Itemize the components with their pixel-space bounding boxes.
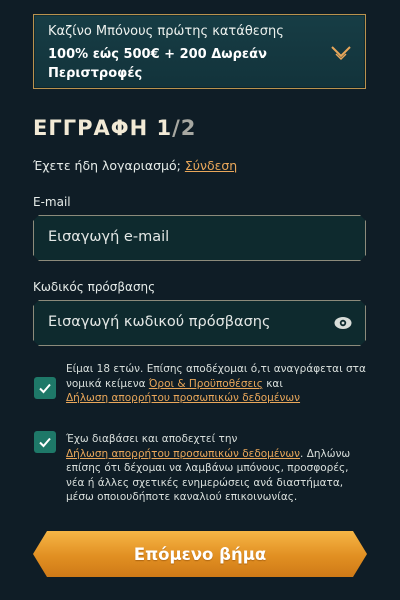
checkmark-icon <box>39 437 51 448</box>
step-current: 1 <box>156 116 173 140</box>
age-consent-text-2: και <box>262 377 283 390</box>
login-link[interactable]: Σύνδεση <box>185 158 237 173</box>
password-field[interactable]: Εισαγωγή κωδικού πρόσβασης <box>33 300 366 346</box>
login-prompt: Έχετε ήδη λογαριασμό; Σύνδεση <box>33 158 237 173</box>
password-label: Κωδικός πρόσβασης <box>33 280 156 294</box>
marketing-consent-text: Έχω διαβάσει και αποδεχτεί την Δήλωση απ… <box>66 432 366 505</box>
marketing-consent-checkbox[interactable] <box>34 431 56 453</box>
email-label: E-mail <box>33 195 71 209</box>
marketing-consent-text-1: Έχω διαβάσει και αποδεχτεί την <box>66 433 238 445</box>
chevron-down-icon[interactable] <box>331 45 351 63</box>
bonus-offer: 100% εώς 500€ + 200 Δωρεάν Περιστροφές <box>48 47 267 81</box>
password-placeholder: Εισαγωγή κωδικού πρόσβασης <box>48 314 271 330</box>
bonus-subtitle: Καζίνο Μπόνους πρώτης κατάθεσης <box>48 24 284 39</box>
age-consent-checkbox[interactable] <box>34 377 56 399</box>
login-question: Έχετε ήδη λογαριασμό; <box>33 158 181 173</box>
page-title: ΕΓΓΡΑΦΗ 1/2 <box>33 116 196 140</box>
step-total: /2 <box>172 116 197 140</box>
eye-icon[interactable] <box>334 316 352 330</box>
age-consent-text: Είμαι 18 ετών. Επίσης αποδέχομαι ό,τι αν… <box>66 362 366 406</box>
privacy-link-2[interactable]: Δήλωση απορρήτου προσωπικών δεδομένων <box>66 448 300 460</box>
terms-link[interactable]: Όροι & Προϋποθέσεις <box>149 378 263 390</box>
title-text: ΕΓΓΡΑΦΗ <box>33 116 149 140</box>
next-step-button[interactable]: Επόμενο βήμα <box>33 531 367 577</box>
privacy-link[interactable]: Δήλωση απορρήτου προσωπικών δεδομένων <box>66 392 300 404</box>
email-placeholder: Εισαγωγή e-mail <box>48 229 170 245</box>
bonus-selector[interactable]: Καζίνο Μπόνους πρώτης κατάθεσης 100% εώς… <box>33 14 366 89</box>
checkmark-icon <box>39 383 51 394</box>
email-field[interactable]: Εισαγωγή e-mail <box>33 215 366 261</box>
